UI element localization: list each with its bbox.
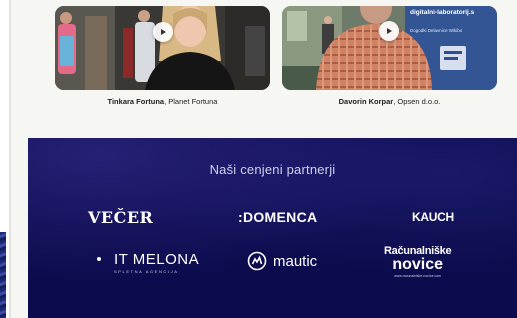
- partner-logo-racunalniske-novice[interactable]: Računalniške novice www.racunalniske-nov…: [384, 246, 452, 279]
- testimonial-company: , Opsen d.o.o.: [393, 97, 441, 106]
- itmelona-tagline: SPLETNA AGENCIJA: [114, 269, 179, 274]
- testimonial-video-davorin[interactable]: digitalni-laboratorij.s Dogodki Delavnic…: [282, 6, 497, 90]
- partners-section: Naši cenjeni partnerji VEČER :DOMENCA KA…: [28, 138, 517, 318]
- partner-logo-domenca[interactable]: :DOMENCA: [238, 209, 317, 225]
- testimonial-caption: Davorin Korpar, Opsen d.o.o.: [282, 97, 497, 106]
- mautic-logo-icon: [247, 251, 267, 271]
- video-thumbnail: [55, 6, 270, 90]
- partners-title: Naši cenjeni partnerji: [209, 162, 336, 177]
- itmelona-name: IT MELONA: [114, 251, 200, 268]
- itmelona-logo-icon: [92, 256, 106, 270]
- racun-url-text: www.racunalniske-novice.com: [394, 274, 442, 278]
- sign-text: digitalni-laboratorij.s: [410, 9, 475, 16]
- partner-logo-vecer[interactable]: VEČER: [88, 208, 153, 227]
- play-button[interactable]: [379, 21, 399, 41]
- testimonial-company: , Planet Fortuna: [164, 97, 218, 106]
- partner-logo-mautic[interactable]: mautic: [247, 251, 317, 271]
- play-icon: [387, 28, 392, 34]
- video-thumbnail: [282, 6, 497, 90]
- testimonial-name: Davorin Korpar: [338, 97, 394, 106]
- testimonial-name: Tinkara Fortuna: [107, 97, 165, 106]
- left-divider: [9, 0, 11, 318]
- left-edge-image: [0, 232, 6, 318]
- partner-logo-itmelona[interactable]: IT MELONA SPLETNA AGENCIJA: [90, 251, 199, 274]
- mautic-name: mautic: [273, 252, 318, 270]
- play-button[interactable]: [153, 22, 173, 42]
- racun-main-text: novice: [392, 256, 443, 273]
- sign-menu: Dogodki Delavnice Wikibo: [410, 28, 463, 33]
- partner-logo-kauch[interactable]: KAUCH: [412, 210, 454, 224]
- testimonial-caption: Tinkara Fortuna, Planet Fortuna: [55, 97, 270, 106]
- play-icon: [161, 29, 166, 35]
- testimonial-video-tinkara[interactable]: [55, 6, 270, 90]
